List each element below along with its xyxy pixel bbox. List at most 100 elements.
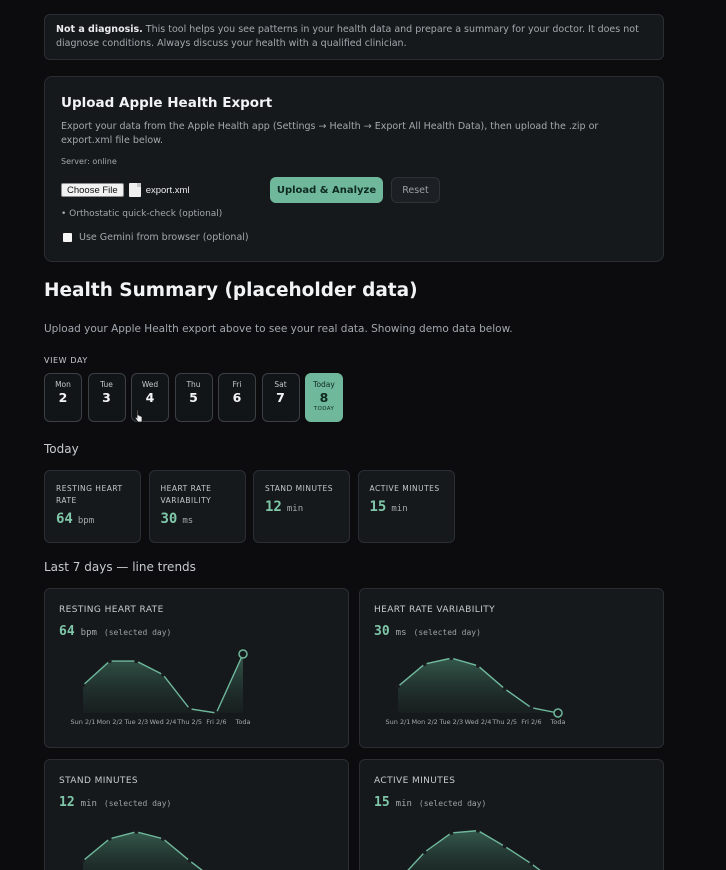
file-icon [128,183,141,197]
day-name: Sat [274,380,287,389]
metric-unit: ms [182,516,194,526]
reset-button[interactable]: Reset [391,177,440,203]
metric-unit: min [286,504,304,514]
day-number: 2 [58,390,68,405]
chart-point[interactable] [476,663,480,668]
trends-section-title: Last 7 days — line trends [44,560,196,574]
metric-label: RESTING HEART RATE [56,484,123,505]
chart-unit: bpm [80,628,97,638]
day-number: 4 [145,390,155,405]
chart-card-stand-minutes: STAND MINUTES 12 min (selected day) [44,759,349,870]
chart-title: STAND MINUTES [59,776,139,786]
chart-value: 15 [374,795,390,810]
day-selector: Mon 2 Tue 3 Wed 4 Thu 5 Fri 6 Sat 7 Today 8 TODA… [44,373,349,422]
metric-card-active-minutes: ACTIVE MINUTES 15 min [357,470,455,543]
disclaimer-bold: Not a diagnosis. [56,24,143,35]
chart-point[interactable] [422,662,427,667]
chart-point[interactable] [81,858,85,863]
x-tick-label: Sun 2/1 [386,718,411,726]
x-tick-label: Sun 2/1 [71,718,96,726]
chart-point[interactable] [214,711,219,715]
chart-point[interactable] [81,683,85,688]
chart-point[interactable] [107,836,112,841]
day-name: Fri [232,380,242,389]
x-tick-label: Thu 2/5 [491,718,517,726]
day-name: Today [313,380,335,389]
upload-title: Upload Apple Health Export [61,95,273,111]
chart-point[interactable] [449,656,454,661]
gemini-checkbox[interactable] [63,233,72,242]
disclaimer-text: This tool helps you see patterns in your… [56,24,639,49]
selected-file-name: export.xml [145,184,190,196]
chart-point[interactable] [187,706,192,711]
metric-value: 30 [160,511,178,527]
metric-label: HEART RATE VARIABILITY [160,484,212,505]
chart-title: RESTING HEART RATE [59,605,164,615]
metric-card-resting-heart-rate: RESTING HEART RATE 64 bpm [44,470,141,543]
selected-day-note: (selected day) [418,799,487,808]
disclaimer-notice: Not a diagnosis. This tool helps you see… [44,14,664,60]
chart-unit: min [80,799,97,809]
orthostatic-toggle[interactable]: • Orthostatic quick-check (optional) [61,209,222,219]
chart-point[interactable] [187,858,192,863]
chart-point[interactable] [529,705,534,710]
day-button-thu[interactable]: Thu 5 [174,373,213,422]
x-tick-label: Tue 2/3 [439,718,464,726]
metric-value: 12 [265,499,282,515]
day-name: Wed [141,380,159,389]
x-tick-label: Toda [235,718,251,726]
file-picker[interactable]: Choose File export.xml [61,182,190,198]
upload-analyze-button[interactable]: Upload & Analyze [270,177,383,203]
x-tick-label: Tue 2/3 [124,718,149,726]
metric-card-heart-rate-variability: HEART RATE VARIABILITY 30 ms [148,470,246,543]
chart-title: ACTIVE MINUTES [374,776,456,786]
x-tick-label: Thu 2/5 [176,718,202,726]
chart-value: 30 [374,624,390,639]
metric-label: STAND MINUTES [265,484,334,493]
chart-point[interactable] [422,850,427,855]
metric-value: 15 [369,499,387,515]
x-tick-label: Mon 2/2 [412,718,438,726]
summary-title: Health Summary (placeholder data) [44,280,418,301]
mouse-cursor-icon [134,409,143,423]
chart-point[interactable] [502,844,507,849]
chart-point[interactable] [396,684,400,689]
day-button-tue[interactable]: Tue 3 [87,373,126,422]
selected-day-note: (selected day) [103,628,172,637]
chart-point[interactable] [161,836,165,841]
choose-file-button[interactable]: Choose File [61,183,124,197]
x-tick-label: Wed 2/4 [150,718,177,726]
day-button-fri[interactable]: Fri 6 [218,373,256,422]
day-button-today[interactable]: Today 8 TODAY [305,373,343,422]
chart-point-selected[interactable] [553,708,563,718]
metric-unit: bpm [77,516,95,526]
selected-day-note: (selected day) [103,799,172,808]
x-tick-label: Toda [550,718,566,726]
server-status: Server: online [61,157,117,166]
chart-point[interactable] [502,686,507,691]
today-tag: TODAY [313,406,335,412]
day-button-mon[interactable]: Mon 2 [44,373,82,422]
chart-point[interactable] [476,828,480,833]
chart-point[interactable] [529,861,534,866]
day-number: 8 [319,390,329,405]
day-number: 7 [276,390,285,405]
x-tick-label: Mon 2/2 [97,718,123,726]
metric-cards: RESTING HEART RATE 64 bpm HEART RATE VARI… [44,470,462,543]
day-button-sat[interactable]: Sat 7 [261,373,300,422]
chart-point[interactable] [134,659,139,664]
chart-point[interactable] [161,672,165,677]
chart-point-selected[interactable] [238,649,248,659]
day-number: 6 [232,390,242,405]
x-tick-label: Fri 2/6 [206,718,226,726]
chart-area [408,830,540,870]
upload-panel: Upload Apple Health Export Export your d… [44,76,664,262]
selected-day-note: (selected day) [413,628,481,637]
chart-point[interactable] [107,659,112,664]
chart-value: 64 [59,624,75,639]
chart-point[interactable] [449,830,454,835]
chart-point[interactable] [134,829,139,834]
gemini-option[interactable]: Use Gemini from browser (optional) [63,232,249,243]
chart-unit: ms [395,628,407,638]
metric-card-stand-minutes: STAND MINUTES 12 min [253,470,350,543]
